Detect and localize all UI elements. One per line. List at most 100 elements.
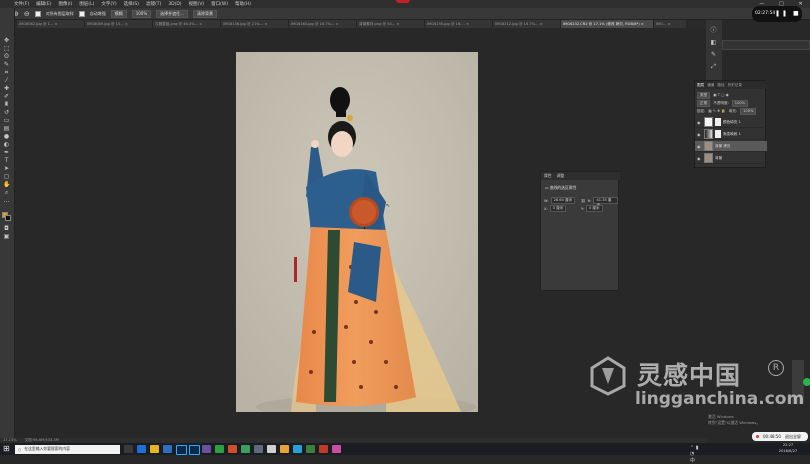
tab-adjustments[interactable]: 调整	[557, 173, 565, 179]
background-color-swatch[interactable]	[5, 215, 11, 221]
recording-pill[interactable]: 00:48:50 退出全屏	[752, 432, 808, 441]
brush-tool-icon[interactable]: ✐	[3, 94, 10, 100]
filter-icons[interactable]: ▣ T ▢ ◉	[713, 93, 729, 97]
app-icon-green-2[interactable]	[241, 445, 250, 453]
type-tool-icon[interactable]: T	[3, 158, 10, 164]
file-explorer-icon[interactable]	[150, 445, 159, 453]
tab-doc-3[interactable]: 汉服整组.png @ 46.4%... ×	[153, 20, 221, 28]
layer-kind-select[interactable]: 类型	[697, 91, 711, 99]
stamp-tool-icon[interactable]: ♜	[3, 102, 10, 108]
eyedropper-tool-icon[interactable]: ⁄	[3, 78, 10, 84]
clear-background-button[interactable]: 清除背景	[192, 9, 217, 18]
app-icon-pink[interactable]	[332, 445, 341, 453]
opacity-field[interactable]: 100%	[731, 99, 749, 107]
quick-select-tool-icon[interactable]: ✎	[3, 62, 10, 68]
layer-row[interactable]: ◉ 背景	[695, 153, 767, 164]
search-input[interactable]: 在这里输入你要搜索的内容	[24, 446, 70, 452]
auto-enhance-checkbox[interactable]	[78, 10, 85, 17]
tab-doc-2[interactable]: IMG6089.jpg @ 10... ×	[85, 20, 153, 28]
layer-row-selected[interactable]: ◉ 背景 拷贝	[695, 141, 767, 152]
adjustment-icon[interactable]: ◧	[710, 40, 717, 46]
tab-paths[interactable]: 路径	[717, 83, 724, 88]
tab-channels[interactable]: 通道	[707, 83, 714, 88]
app-icon-darkgreen[interactable]	[306, 445, 315, 453]
lock-icons[interactable]: ▦ ✎ ✥ 🔒	[708, 109, 725, 113]
dodge-tool-icon[interactable]: ◐	[3, 142, 10, 148]
quick-mask-icon[interactable]: ◘	[3, 226, 10, 232]
height-field[interactable]: ⛓ H:41.35 厘米	[581, 197, 618, 207]
tab-doc-5[interactable]: IMG6164.jpg @ 16.7%... ×	[289, 20, 357, 28]
sample-all-layers-checkbox[interactable]	[34, 10, 41, 17]
exit-fullscreen-label[interactable]: 退出全屏	[785, 434, 801, 440]
menu-help[interactable]: 帮助(H)	[235, 1, 251, 7]
collapsed-panel-bar[interactable]	[722, 40, 810, 50]
menu-image[interactable]: 图像(I)	[58, 1, 72, 7]
app-icon-grey[interactable]	[254, 445, 263, 453]
menu-type[interactable]: 文字(Y)	[101, 1, 116, 7]
history-brush-icon[interactable]: ↺	[3, 110, 10, 116]
link-icon[interactable]: ⛓	[581, 199, 586, 203]
crop-tool-icon[interactable]: ⌗	[3, 70, 10, 76]
select-and-mask-button[interactable]: 选择并遮住...	[156, 9, 188, 18]
app-icon-purple[interactable]	[202, 445, 211, 453]
store-icon[interactable]	[163, 445, 172, 453]
video-controls[interactable]: ❚❚ ■	[775, 10, 801, 17]
shape-tool-icon[interactable]: ▢	[3, 174, 10, 180]
tab-doc-10[interactable]: IMG... ×	[654, 20, 687, 28]
gradient-tool-icon[interactable]: ▤	[3, 126, 10, 132]
layer-row[interactable]: ◉ 渐变映射 1	[695, 129, 767, 140]
strength-field[interactable]: 100%	[131, 9, 152, 18]
tab-layers[interactable]: 图层	[697, 83, 704, 88]
fill-field[interactable]: 100%	[740, 107, 757, 115]
task-view-icon[interactable]	[124, 445, 133, 453]
healing-tool-icon[interactable]: ✚	[3, 86, 10, 92]
tab-doc-6[interactable]: 背景素材.png @ 50... ×	[357, 20, 425, 28]
visibility-eye-icon[interactable]: ◉	[697, 120, 702, 125]
visibility-eye-icon[interactable]: ◉	[697, 144, 702, 149]
layer-row[interactable]: ◉ 颜色填充 1	[695, 117, 767, 128]
zoom-tool-icon[interactable]: ⌕	[3, 190, 10, 196]
menu-3d[interactable]: 3D(D)	[168, 2, 181, 7]
canvas-photo[interactable]	[236, 52, 478, 412]
close-button[interactable]: ✕	[798, 1, 802, 7]
photoshop-app-icon[interactable]	[176, 445, 187, 455]
x-field[interactable]: X: 0 厘米	[544, 205, 567, 212]
app-icon-yellow[interactable]	[280, 445, 289, 453]
app-icon-orange[interactable]	[228, 445, 237, 453]
more-tools-icon[interactable]: …	[3, 198, 10, 204]
menu-layer[interactable]: 图层(L)	[79, 1, 94, 7]
taskbar-clock[interactable]: 22:27 2018/6/27	[768, 443, 808, 455]
blur-tool-icon[interactable]: ●	[3, 134, 10, 140]
app-icon-blue[interactable]	[293, 445, 302, 453]
hand-tool-icon[interactable]: ✋	[3, 182, 10, 188]
blend-mode-select[interactable]: 正常	[697, 99, 711, 107]
edge-browser-icon[interactable]	[137, 445, 146, 453]
marquee-tool-icon[interactable]: ⬚	[3, 46, 10, 52]
brush-subtract-icon[interactable]: ⊖	[24, 10, 30, 18]
menu-view[interactable]: 视图(V)	[189, 1, 205, 7]
transform-icon[interactable]: ⤢	[710, 64, 717, 70]
visibility-eye-icon[interactable]: ◉	[697, 156, 702, 161]
mode-select[interactable]: 模糊	[110, 9, 127, 18]
app-icon-green[interactable]	[215, 445, 224, 453]
green-action-button[interactable]	[803, 378, 810, 386]
lasso-tool-icon[interactable]: ʘ	[3, 54, 10, 60]
visibility-eye-icon[interactable]: ◉	[697, 132, 702, 137]
menu-file[interactable]: 文件(F)	[14, 1, 29, 7]
tab-doc-1[interactable]: IMG6062.jpg @ 1... ×	[17, 20, 85, 28]
tab-doc-7[interactable]: IMG6190.jpg @ 16.... ×	[425, 20, 493, 28]
eraser-tool-icon[interactable]: ▭	[3, 118, 10, 124]
windows-start-icon[interactable]: ⊞	[3, 445, 11, 453]
menu-filter[interactable]: 滤镜(T)	[146, 1, 161, 7]
menu-edit[interactable]: 编辑(E)	[36, 1, 51, 7]
y-field[interactable]: Y: 0 厘米	[581, 205, 603, 212]
tab-doc-8[interactable]: IMG6212.jpg @ 16.7%... ×	[493, 20, 561, 28]
app-icon-red[interactable]	[319, 445, 328, 453]
app-icon-light[interactable]	[267, 445, 276, 453]
menu-window[interactable]: 窗口(W)	[211, 1, 228, 7]
menu-select[interactable]: 选择(S)	[124, 1, 139, 7]
taskbar-search[interactable]: ○ 在这里输入你要搜索的内容	[15, 444, 120, 454]
path-select-icon[interactable]: ➤	[3, 166, 10, 172]
info-icon[interactable]: ⓘ	[710, 28, 717, 34]
pen-tool-icon[interactable]: ✒	[3, 150, 10, 156]
